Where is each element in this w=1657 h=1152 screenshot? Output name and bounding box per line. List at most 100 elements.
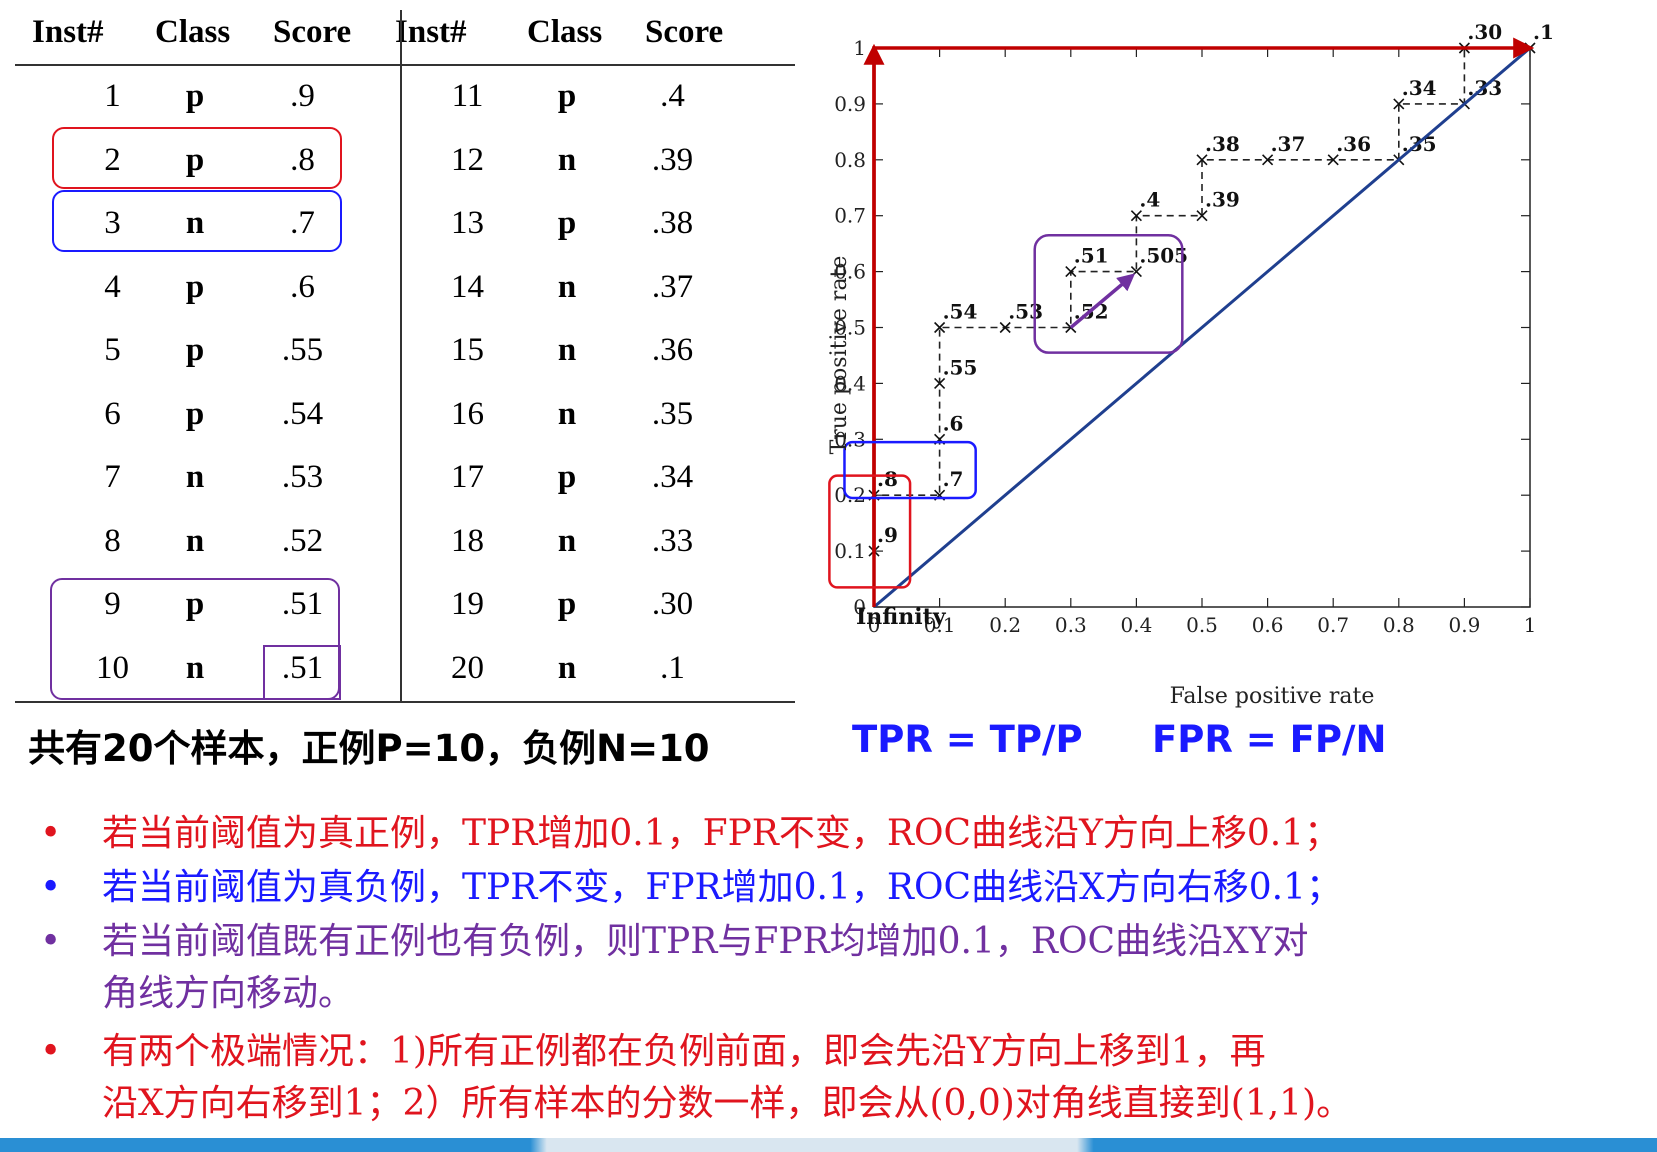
- table-cell-score: .9: [290, 78, 315, 114]
- roc-point-label: .34: [1402, 76, 1437, 100]
- x-tick-label: 0.2: [989, 613, 1021, 637]
- table-cell-inst: 5: [104, 332, 121, 368]
- roc-point-label: .9: [877, 523, 898, 547]
- header-score-right: Score: [645, 14, 724, 50]
- table-cell-score: .36: [651, 332, 694, 368]
- table-cell-cls: p: [185, 268, 205, 305]
- slide-footer-bar: [0, 1138, 1657, 1152]
- table-cell-inst: 6: [104, 395, 121, 432]
- table-cell-cls: n: [557, 332, 577, 368]
- y-tick-label: 0.2: [834, 483, 866, 507]
- bullet-extremes: • 有两个极端情况：1)所有正例都在负例前面，即会先沿Y方向上移到1，再 沿X方向…: [40, 1026, 1352, 1130]
- header-inst-right: Inst#: [395, 14, 467, 50]
- x-tick-label: 0.9: [1448, 613, 1480, 637]
- table-cell-score: .6: [290, 268, 315, 305]
- table-cell-inst: 15: [451, 332, 484, 368]
- table-cell-cls: n: [185, 522, 205, 559]
- roc-point-label: .30: [1467, 20, 1502, 44]
- table-cell-score: .37: [651, 268, 694, 305]
- x-tick-label: 0.3: [1055, 613, 1087, 637]
- roc-point-label: .39: [1205, 188, 1240, 212]
- table-cell-inst: 18: [451, 522, 484, 559]
- roc-chart-svg: 0 0.1 0.2 0.3 0.4 0.5 0.6 0.7 0.8 0.9 100.10.20.30…: [827, 20, 1554, 709]
- roc-point-label: .53: [1008, 300, 1043, 324]
- table-cell-inst: 8: [104, 522, 121, 559]
- y-tick-label: 0.1: [834, 539, 866, 563]
- roc-point-label: .7: [943, 467, 964, 491]
- table-cell-cls: p: [185, 395, 205, 432]
- table-cell-score: .4: [660, 78, 685, 114]
- roc-point-label: .54: [943, 300, 978, 324]
- bullet-text-cont: 角线方向移动。: [102, 973, 355, 1014]
- roc-point-label: .4: [1139, 188, 1160, 212]
- sample-summary: 共有20个样本，正例P=10，负例N=10: [28, 727, 710, 770]
- bullet-text-cont: 沿X方向右移到1；2）所有样本的分数一样，即会从(0,0)对角线直接到(1,1)…: [102, 1083, 1353, 1124]
- x-tick-label: 0.7: [1317, 613, 1349, 637]
- table-cell-inst: 12: [451, 141, 484, 178]
- table-cell-cls: p: [557, 586, 577, 622]
- bullet-true-positive: • 若当前阈值为真正例，TPR增加0.1，FPR不变，ROC曲线沿Y方向上移0.1…: [40, 808, 1340, 860]
- bullet-dot: •: [40, 813, 62, 854]
- x-tick-label: 0.6: [1252, 613, 1284, 637]
- table-cell-score: .33: [651, 522, 694, 559]
- table-cell-score: .34: [651, 459, 694, 495]
- x-tick-label: 1: [1524, 613, 1537, 637]
- y-tick-label: 0.9: [834, 92, 866, 116]
- table-cell-cls: n: [557, 649, 577, 686]
- table-cell-score: .52: [281, 522, 324, 559]
- header-class-right: Class: [527, 14, 603, 50]
- header-score-left: Score: [273, 14, 352, 50]
- roc-point-label: .38: [1205, 132, 1240, 156]
- x-tick-label: 0.4: [1120, 613, 1152, 637]
- table-cell-score: .35: [651, 395, 694, 432]
- table-cell-inst: 16: [451, 395, 484, 432]
- y-axis-label: True positive rate: [827, 256, 852, 455]
- roc-point-label: .505: [1139, 244, 1188, 268]
- table-cell-inst: 4: [104, 268, 121, 305]
- table-cell-score: .53: [281, 459, 324, 495]
- table-cell-score: .38: [651, 205, 694, 241]
- table-cell-cls: p: [557, 205, 577, 241]
- table-cell-cls: p: [557, 459, 577, 495]
- highlight-score-10: [263, 645, 341, 700]
- roc-point-label: .1: [1533, 20, 1554, 44]
- tpr-formula: TPR = TP/P: [852, 718, 1083, 761]
- score-table: Inst# Class Score Inst# Class Score 1 p .9…: [15, 0, 795, 705]
- table-cell-score: .30: [651, 586, 694, 622]
- table-cell-inst: 7: [104, 459, 121, 495]
- table-cell-inst: 1: [104, 78, 121, 114]
- header-rule: [15, 64, 795, 66]
- table-cell-inst: 19: [451, 586, 484, 622]
- roc-point-label: .51: [1074, 244, 1109, 268]
- table-cell-cls: p: [557, 78, 577, 114]
- bullet-dot: •: [40, 867, 62, 908]
- x-tick-label: 0.5: [1186, 613, 1218, 637]
- table-cell-cls: n: [557, 395, 577, 432]
- x-tick-label: 0.8: [1383, 613, 1415, 637]
- bullet-text: 若当前阈值为真正例，TPR增加0.1，FPR不变，ROC曲线沿Y方向上移0.1；: [102, 813, 1341, 854]
- y-tick-label: 0.7: [834, 204, 866, 228]
- bullet-text: 有两个极端情况：1)所有正例都在负例前面，即会先沿Y方向上移到1，再: [102, 1031, 1266, 1072]
- table-cell-score: .1: [660, 649, 685, 686]
- roc-point-label: .8: [877, 467, 898, 491]
- origin-label: Infinity: [856, 604, 947, 630]
- x-axis-label: False positive rate: [1170, 684, 1375, 709]
- table-cell-score: .39: [651, 141, 694, 178]
- y-tick-label: 1: [853, 36, 866, 60]
- bullet-text: 若当前阈值为真负例，TPR不变，FPR增加0.1，ROC曲线沿X方向右移0.1；: [102, 867, 1342, 908]
- roc-point-label: .55: [943, 355, 978, 379]
- fpr-formula: FPR = FP/N: [1152, 718, 1387, 761]
- bullet-true-negative: • 若当前阈值为真负例，TPR不变，FPR增加0.1，ROC曲线沿X方向右移0.1…: [40, 862, 1342, 914]
- table-cell-inst: 20: [451, 649, 484, 686]
- column-divider: [400, 10, 402, 703]
- table-cell-score: .54: [281, 395, 324, 432]
- table-cell-cls: n: [557, 268, 577, 305]
- table-cell-inst: 13: [451, 205, 484, 241]
- table-cell-cls: n: [557, 141, 577, 178]
- roc-point-label: .6: [943, 411, 964, 435]
- header-class-left: Class: [155, 14, 231, 50]
- roc-series: .9.8.7.6.55.54.53.52.51.505.4.39.38.37.3…: [868, 20, 1554, 607]
- bullet-text: 若当前阈值既有正例也有负例，则TPR与FPR均增加0.1，ROC曲线沿XY对: [102, 921, 1309, 962]
- table-cell-cls: p: [185, 332, 205, 368]
- y-tick-label: 0.8: [834, 148, 866, 172]
